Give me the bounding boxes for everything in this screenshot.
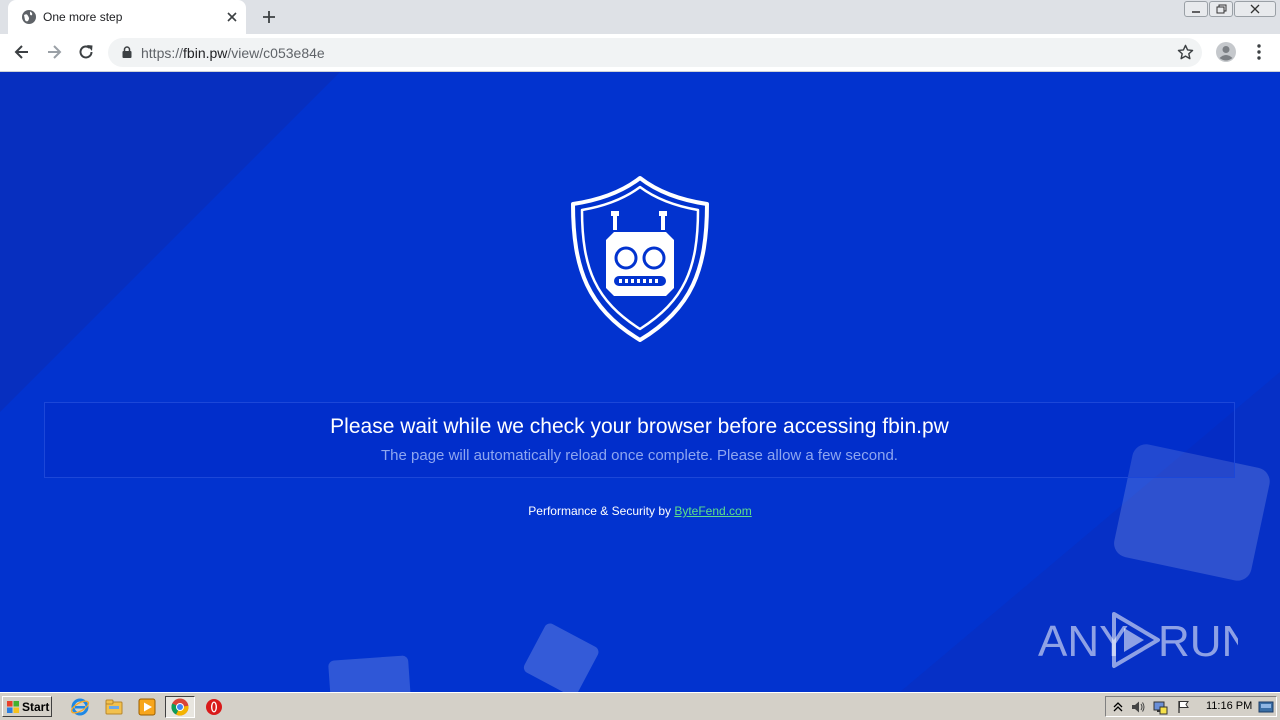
page-subtext: The page will automatically reload once … (381, 447, 898, 464)
url-scheme: https:// (141, 45, 184, 61)
clock[interactable]: 11:16 PM (1206, 700, 1252, 712)
action-center-flag-icon[interactable] (1176, 699, 1192, 715)
opera-icon[interactable] (204, 697, 224, 717)
close-icon[interactable] (224, 9, 240, 25)
screen: One more step https://fbin.pw/view/c053e… (0, 0, 1280, 720)
windows-flag-icon (7, 701, 19, 713)
background-decoration (0, 72, 1280, 692)
new-tab-icon[interactable] (260, 8, 278, 26)
close-window-icon (1250, 4, 1260, 14)
forward-arrow-icon[interactable] (44, 42, 64, 62)
restore-icon (1216, 4, 1227, 14)
url-path: /view/c053e84e (227, 45, 325, 61)
system-tray: 11:16 PM (1105, 696, 1277, 717)
anyrun-watermark-logo: ANY RUN (1038, 612, 1238, 668)
shield-robot-icon (571, 176, 709, 342)
file-explorer-icon[interactable] (104, 697, 124, 717)
watermark-text-right: RUN (1158, 617, 1238, 666)
start-label: Start (22, 700, 50, 714)
close-window-button[interactable] (1234, 1, 1276, 17)
menu-kebab-icon[interactable] (1249, 42, 1269, 62)
bookmark-star-icon[interactable] (1176, 43, 1195, 62)
page-content: Please wait while we check your browser … (0, 72, 1280, 692)
footer-prefix: Performance & Security by (528, 504, 675, 518)
taskbar: Start 11:16 PM (0, 692, 1280, 720)
show-hidden-icons-icon[interactable] (1110, 699, 1126, 715)
browser-toolbar: https://fbin.pw/view/c053e84e (0, 34, 1280, 72)
globe-icon (22, 10, 36, 24)
lock-icon[interactable] (120, 45, 134, 59)
page-heading: Please wait while we check your browser … (330, 415, 949, 438)
minimize-button[interactable] (1184, 1, 1208, 17)
reload-icon[interactable] (76, 42, 96, 62)
url-host: fbin.pw (183, 45, 228, 61)
tab-strip: One more step (0, 0, 1280, 34)
minimize-icon (1192, 11, 1200, 13)
address-bar[interactable]: https://fbin.pw/view/c053e84e (108, 38, 1202, 67)
network-icon[interactable] (1152, 699, 1168, 715)
show-desktop-icon[interactable] (1258, 699, 1274, 715)
profile-avatar-icon[interactable] (1215, 41, 1237, 63)
performance-footer: Performance & Security by ByteFend.com (0, 504, 1280, 518)
restore-button[interactable] (1209, 1, 1233, 17)
media-player-icon[interactable] (137, 697, 157, 717)
back-arrow-icon[interactable] (12, 42, 32, 62)
tab-title: One more step (43, 10, 123, 24)
start-button[interactable]: Start (2, 696, 52, 717)
message-panel: Please wait while we check your browser … (44, 402, 1235, 478)
browser-tab[interactable]: One more step (8, 0, 246, 34)
chrome-icon (171, 698, 189, 716)
url-text: https://fbin.pw/view/c053e84e (141, 45, 325, 61)
internet-explorer-icon[interactable] (70, 697, 90, 717)
chrome-taskbar-button[interactable] (165, 696, 195, 718)
volume-icon[interactable] (1130, 699, 1146, 715)
bytefend-link[interactable]: ByteFend.com (674, 504, 751, 518)
